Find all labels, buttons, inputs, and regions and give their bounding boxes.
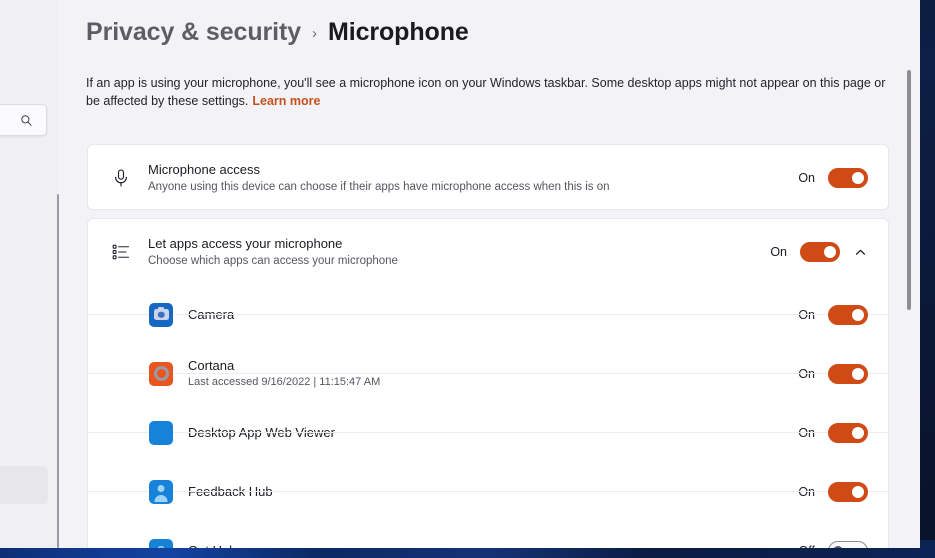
app-permission-row[interactable]: ? Get HelpOff bbox=[88, 521, 888, 548]
content-scrollbar[interactable] bbox=[904, 66, 914, 548]
app-list-icon bbox=[106, 242, 136, 262]
toggle-knob bbox=[824, 246, 836, 258]
toggle-knob bbox=[852, 486, 864, 498]
app-texts: Get Help bbox=[188, 542, 795, 548]
scrollbar-thumb[interactable] bbox=[907, 70, 911, 310]
app-last-accessed: Last accessed 9/16/2022 | 11:15:47 AM bbox=[188, 375, 795, 390]
app-toggle-control: Off bbox=[795, 541, 868, 549]
app-state-label: Off bbox=[795, 544, 815, 549]
let-apps-access-row[interactable]: Let apps access your microphone Choose w… bbox=[88, 219, 888, 285]
search-input[interactable] bbox=[0, 104, 47, 136]
let-apps-access-toggle[interactable] bbox=[800, 242, 840, 262]
app-permission-toggle[interactable] bbox=[828, 305, 868, 325]
breadcrumb: Privacy & security › Microphone bbox=[86, 18, 469, 47]
app-name: Cortana bbox=[188, 357, 795, 374]
let-apps-access-texts: Let apps access your microphone Choose w… bbox=[148, 235, 767, 269]
app-permission-row[interactable]: CortanaLast accessed 9/16/2022 | 11:15:4… bbox=[88, 344, 888, 403]
cortana-app-icon bbox=[149, 362, 173, 386]
app-permission-toggle[interactable] bbox=[828, 541, 868, 549]
page-description: If an app is using your microphone, you'… bbox=[86, 74, 898, 110]
microphone-access-card: Microphone access Anyone using this devi… bbox=[87, 144, 889, 210]
let-apps-access-card: Let apps access your microphone Choose w… bbox=[87, 218, 889, 548]
content-pane: Privacy & security › Microphone If an ap… bbox=[59, 0, 920, 548]
desktop-app-web-viewer-icon bbox=[149, 421, 173, 445]
row-divider bbox=[88, 432, 888, 433]
toggle-knob bbox=[852, 172, 864, 184]
page-description-text: If an app is using your microphone, you'… bbox=[86, 76, 885, 108]
learn-more-link[interactable]: Learn more bbox=[252, 94, 320, 108]
microphone-access-control: On bbox=[795, 168, 868, 188]
breadcrumb-separator-icon: › bbox=[312, 25, 317, 42]
row-divider bbox=[88, 314, 888, 315]
breadcrumb-parent-link[interactable]: Privacy & security bbox=[86, 18, 301, 47]
app-permission-row[interactable]: CameraOn bbox=[88, 285, 888, 344]
microphone-access-subtitle: Anyone using this device can choose if t… bbox=[148, 179, 795, 195]
question-mark-glyph: ? bbox=[157, 544, 165, 548]
app-permission-toggle[interactable] bbox=[828, 482, 868, 502]
toggle-knob bbox=[852, 309, 864, 321]
app-permission-row[interactable]: Desktop App Web ViewerOn bbox=[88, 403, 888, 462]
navigation-pane bbox=[0, 0, 57, 548]
cortana-glyph bbox=[154, 366, 169, 381]
sidebar-item-partial[interactable] bbox=[0, 466, 48, 504]
let-apps-access-title: Let apps access your microphone bbox=[148, 235, 767, 252]
row-divider bbox=[88, 491, 888, 492]
chevron-up-icon[interactable] bbox=[853, 245, 868, 260]
microphone-access-row[interactable]: Microphone access Anyone using this devi… bbox=[88, 145, 888, 211]
let-apps-access-control: On bbox=[767, 242, 868, 262]
feedback-hub-app-icon bbox=[149, 480, 173, 504]
toggle-knob bbox=[852, 368, 864, 380]
microphone-access-title: Microphone access bbox=[148, 161, 795, 178]
settings-window: Privacy & security › Microphone If an ap… bbox=[0, 0, 920, 548]
app-permission-list: CameraOnCortanaLast accessed 9/16/2022 |… bbox=[88, 285, 888, 548]
camera-app-icon bbox=[149, 303, 173, 327]
camera-glyph bbox=[154, 309, 169, 320]
page-title: Microphone bbox=[328, 18, 469, 47]
microphone-access-texts: Microphone access Anyone using this devi… bbox=[148, 161, 795, 195]
toggle-knob bbox=[833, 546, 843, 549]
microphone-icon bbox=[106, 168, 136, 188]
search-icon bbox=[20, 114, 33, 127]
app-name: Get Help bbox=[188, 542, 795, 548]
let-apps-access-state-label: On bbox=[767, 245, 787, 259]
microphone-access-toggle[interactable] bbox=[828, 168, 868, 188]
toggle-knob bbox=[852, 427, 864, 439]
app-permission-toggle[interactable] bbox=[828, 364, 868, 384]
app-permission-toggle[interactable] bbox=[828, 423, 868, 443]
microphone-access-state-label: On bbox=[795, 171, 815, 185]
row-divider bbox=[88, 373, 888, 374]
app-permission-row[interactable]: Feedback HubOn bbox=[88, 462, 888, 521]
get-help-app-icon: ? bbox=[149, 539, 173, 549]
let-apps-access-subtitle: Choose which apps can access your microp… bbox=[148, 253, 767, 269]
